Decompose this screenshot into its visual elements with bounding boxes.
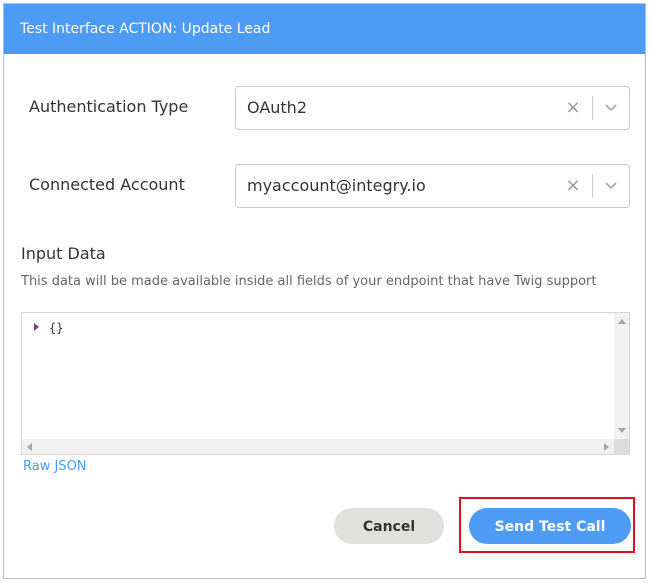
json-tree-root: {} [34,321,63,335]
input-data-description: This data will be made available inside … [21,274,597,289]
chevron-down-icon[interactable] [601,177,621,195]
scrollbar-corner [614,439,629,454]
select-separator [592,96,593,120]
connected-account-value: myaccount@integry.io [247,176,426,195]
select-separator [592,174,593,198]
scroll-left-icon[interactable] [27,443,32,451]
auth-type-value: OAuth2 [247,98,307,117]
json-editor[interactable]: {} [21,312,630,455]
scroll-down-icon[interactable] [618,428,626,433]
cancel-button[interactable]: Cancel [334,508,444,544]
highlight-box [459,497,635,553]
scroll-up-icon[interactable] [618,319,626,324]
json-root-value: {} [49,321,64,335]
chevron-down-icon[interactable] [601,99,621,117]
close-icon[interactable]: × [563,165,583,207]
close-icon[interactable]: × [563,87,583,129]
horizontal-scrollbar[interactable] [22,439,614,454]
auth-type-select[interactable]: OAuth2 × [235,86,630,130]
vertical-scrollbar[interactable] [614,313,629,439]
connected-account-select[interactable]: myaccount@integry.io × [235,164,630,208]
caret-right-icon[interactable] [34,323,39,331]
connected-account-label: Connected Account [29,175,185,194]
test-interface-dialog: Test Interface ACTION: Update Lead Authe… [3,3,646,579]
scroll-right-icon[interactable] [604,443,609,451]
raw-json-link[interactable]: Raw JSON [23,459,87,474]
auth-type-label: Authentication Type [29,97,189,116]
dialog-title: Test Interface ACTION: Update Lead [4,4,645,54]
input-data-title: Input Data [21,244,106,263]
